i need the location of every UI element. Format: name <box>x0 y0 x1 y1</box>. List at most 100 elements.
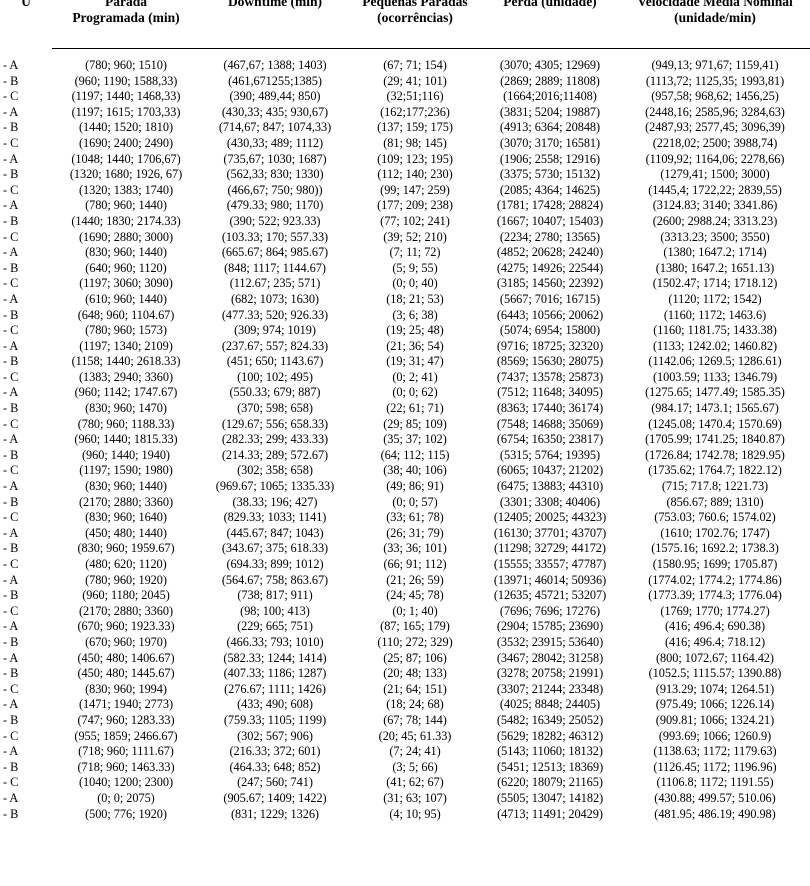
table-cell-vm: (856.67; 889; 1310) <box>666 494 764 509</box>
table-row: - A (830; 960; 1440) (969.67; 1065; 1335.3… <box>0 479 810 495</box>
table-cell-pp: (780; 960; 1573) <box>85 323 167 338</box>
table-cell-u: - A <box>3 104 19 119</box>
table-row: - A (1048; 1440; 1706,67) (735,67; 1030; 1… <box>0 152 810 168</box>
table-cell-pp: (1690; 2880; 3000) <box>78 229 174 244</box>
table-cell-dt: (464.33; 648; 852) <box>229 759 321 774</box>
table-cell-pe: (4713; 11491; 20429) <box>497 806 603 821</box>
table-cell-pe: (12635; 45721; 53207) <box>493 588 607 603</box>
table-cell-vm: (1113,72; 1125,35; 1993,81) <box>645 73 785 88</box>
table-cell-pe: (5074; 6954; 15800) <box>499 323 601 338</box>
table-cell-pq: (38; 40; 106) <box>383 463 447 478</box>
table-body: - A (780; 960; 1510) (467,67; 1388; 1403)(… <box>0 49 810 823</box>
table-cell-u: - C <box>3 89 19 104</box>
table-row: - B (640; 960; 1120) (848; 1117; 1144.67) (… <box>0 261 810 277</box>
table-cell-dt: (343.67; 375; 618.33) <box>221 541 329 556</box>
table-cell-vm: (1275.65; 1477.49; 1585.35) <box>645 385 785 400</box>
table-cell-pq: (77; 102; 241) <box>380 213 450 228</box>
table-cell-pq: (0; 0; 62) <box>392 385 438 400</box>
table-cell-pp: (450; 480; 1406.67) <box>77 650 175 665</box>
table-cell-pq: (87; 165; 179) <box>380 619 450 634</box>
table-cell-pq: (4; 10; 95) <box>389 806 441 821</box>
table-cell-u: - C <box>3 135 19 150</box>
table-cell-pe: (1664;2016;11408) <box>503 89 597 104</box>
table-cell-pe: (7696; 7696; 17276) <box>499 603 601 618</box>
table-cell-pq: (18; 21; 53) <box>386 291 444 306</box>
table-spacer-cell <box>0 49 810 59</box>
table-cell-dt: (467,67; 1388; 1403) <box>223 58 327 72</box>
table-cell-pp: (1690; 2400; 2490) <box>78 135 174 150</box>
table-cell-dt: (390; 489,44; 850) <box>229 89 321 104</box>
table-header-row: U Parada Programada (min) Downtime (min) <box>0 0 810 48</box>
table-cell-pp: (610; 960; 1440) <box>85 291 167 306</box>
table-cell-u: - B <box>3 666 19 681</box>
table-cell-pe: (6065; 10437; 21202) <box>496 463 604 478</box>
table-cell-vm: (2448,16; 2585,96; 3284,63) <box>645 104 785 119</box>
table-cell-dt: (302; 358; 658) <box>237 463 313 478</box>
table-row: - A (1471; 1940; 2773) (433; 490; 608) (18;… <box>0 697 810 713</box>
table-row: - A (780; 960; 1510) (467,67; 1388; 1403) (… <box>0 58 810 74</box>
table-page: U Parada Programada (min) Downtime (min) <box>0 0 810 886</box>
column-header-u-line1: U <box>21 0 31 9</box>
table-row: - B (718; 960; 1463.33) (464.33; 648; 852)… <box>0 760 810 776</box>
table-cell-pp: (2170; 2880; 3360) <box>78 603 174 618</box>
table-row: - C (1197; 1590; 1980) (302; 358; 658) (38;… <box>0 463 810 479</box>
table-cell-pe: (4852; 20628; 24240) <box>496 245 604 260</box>
table-row: - B (648; 960; 1104.67) (477.33; 520; 926.… <box>0 308 810 324</box>
table-cell-pp: (1158; 1440; 2618.33) <box>71 354 181 369</box>
table-cell-u: - C <box>3 416 19 431</box>
table-cell-vm: (416; 496.4; 718.12) <box>664 634 766 649</box>
table-cell-u: - C <box>3 323 19 338</box>
table-cell-vm: (1106.8; 1172; 1191.55) <box>656 775 774 790</box>
table-cell-u: - A <box>3 744 19 759</box>
table-cell-dt: (433; 490; 608) <box>237 697 313 712</box>
table-cell-pe: (4913; 6364; 20848) <box>499 120 601 135</box>
table-cell-pp: (1197; 1590; 1980) <box>79 463 173 478</box>
table-cell-dt: (237.67; 557; 824.33) <box>221 338 329 353</box>
table-cell-pq: (109; 123; 195) <box>377 151 453 166</box>
table-cell-u: - C <box>3 369 19 384</box>
table-cell-dt: (247; 560; 741) <box>237 775 313 790</box>
table-row: - A (1197; 1340; 2109) (237.67; 557; 824.3… <box>0 339 810 355</box>
production-data-table: U Parada Programada (min) Downtime (min) <box>0 0 810 822</box>
table-cell-pq: (33; 36; 101) <box>383 541 447 556</box>
table-cell-dt: (477.33; 520; 926.33) <box>221 307 329 322</box>
table-cell-pp: (960; 1440; 1940) <box>82 447 170 462</box>
table-cell-dt: (759.33; 1105; 1199) <box>223 712 327 727</box>
table-cell-pe: (5629; 18282; 46312) <box>496 728 604 743</box>
table-cell-pe: (6754; 16350; 23817) <box>496 432 604 447</box>
table-cell-pq: (20; 48; 133) <box>383 666 447 681</box>
table-cell-u: - A <box>3 432 19 447</box>
table-cell-u: - A <box>3 479 19 494</box>
table-cell-pe: (5451; 12513; 18369) <box>496 759 604 774</box>
table-cell-u: - A <box>3 619 19 634</box>
table-cell-vm: (1126.45; 1172; 1196.96) <box>653 759 777 774</box>
table-cell-pe: (5482; 16349; 25052) <box>496 712 604 727</box>
table-cell-pp: (500; 776; 1920) <box>85 806 167 821</box>
table-row: - B (2170; 2880; 3360) (38.33; 196; 427) (0… <box>0 495 810 511</box>
table-cell-pq: (33; 61; 78) <box>386 510 444 525</box>
table-cell-dt: (735,67; 1030; 1687) <box>223 151 327 166</box>
table-row: - C (480; 620; 1120) (694.33; 899; 1012) (6… <box>0 557 810 573</box>
table-cell-pp: (960; 1440; 1815.33) <box>74 432 178 447</box>
table-cell-dt: (714,67; 847; 1074,33) <box>218 120 332 135</box>
table-cell-pe: (3831; 5204; 19887) <box>499 104 601 119</box>
table-cell-pp: (1320; 1680; 1926, 67) <box>69 167 183 182</box>
table-cell-vm: (1245.08; 1470.4; 1570.69) <box>648 416 782 431</box>
table-row: - C (780; 960; 1573) (309; 974; 1019) (19; … <box>0 323 810 339</box>
table-row: - B (1440; 1830; 2174.33) (390; 522; 923.3… <box>0 214 810 230</box>
table-cell-u: - B <box>3 307 19 322</box>
table-cell-pp: (780; 960; 1440) <box>85 198 167 213</box>
table-cell-u: - B <box>3 73 19 88</box>
table-cell-pp: (830; 960; 1470) <box>85 401 167 416</box>
table-cell-dt: (550.33; 679; 887) <box>229 385 321 400</box>
table-cell-pe: (4025; 8848; 24405) <box>499 697 601 712</box>
table-row: - A (450; 480; 1406.67) (582.33; 1244; 141… <box>0 651 810 667</box>
column-header-vm-line2: (unidade/min) <box>674 9 756 25</box>
table-cell-u: - B <box>3 401 19 416</box>
table-cell-pq: (25; 87; 106) <box>383 650 447 665</box>
table-cell-pp: (1471; 1940; 2773) <box>78 697 174 712</box>
table-cell-pe: (7548; 14688; 35069) <box>496 416 604 431</box>
table-cell-u: - C <box>3 229 19 244</box>
table-cell-dt: (407.33; 1186; 1287) <box>223 666 327 681</box>
table-cell-pp: (960; 1190; 1588,33) <box>74 73 178 88</box>
